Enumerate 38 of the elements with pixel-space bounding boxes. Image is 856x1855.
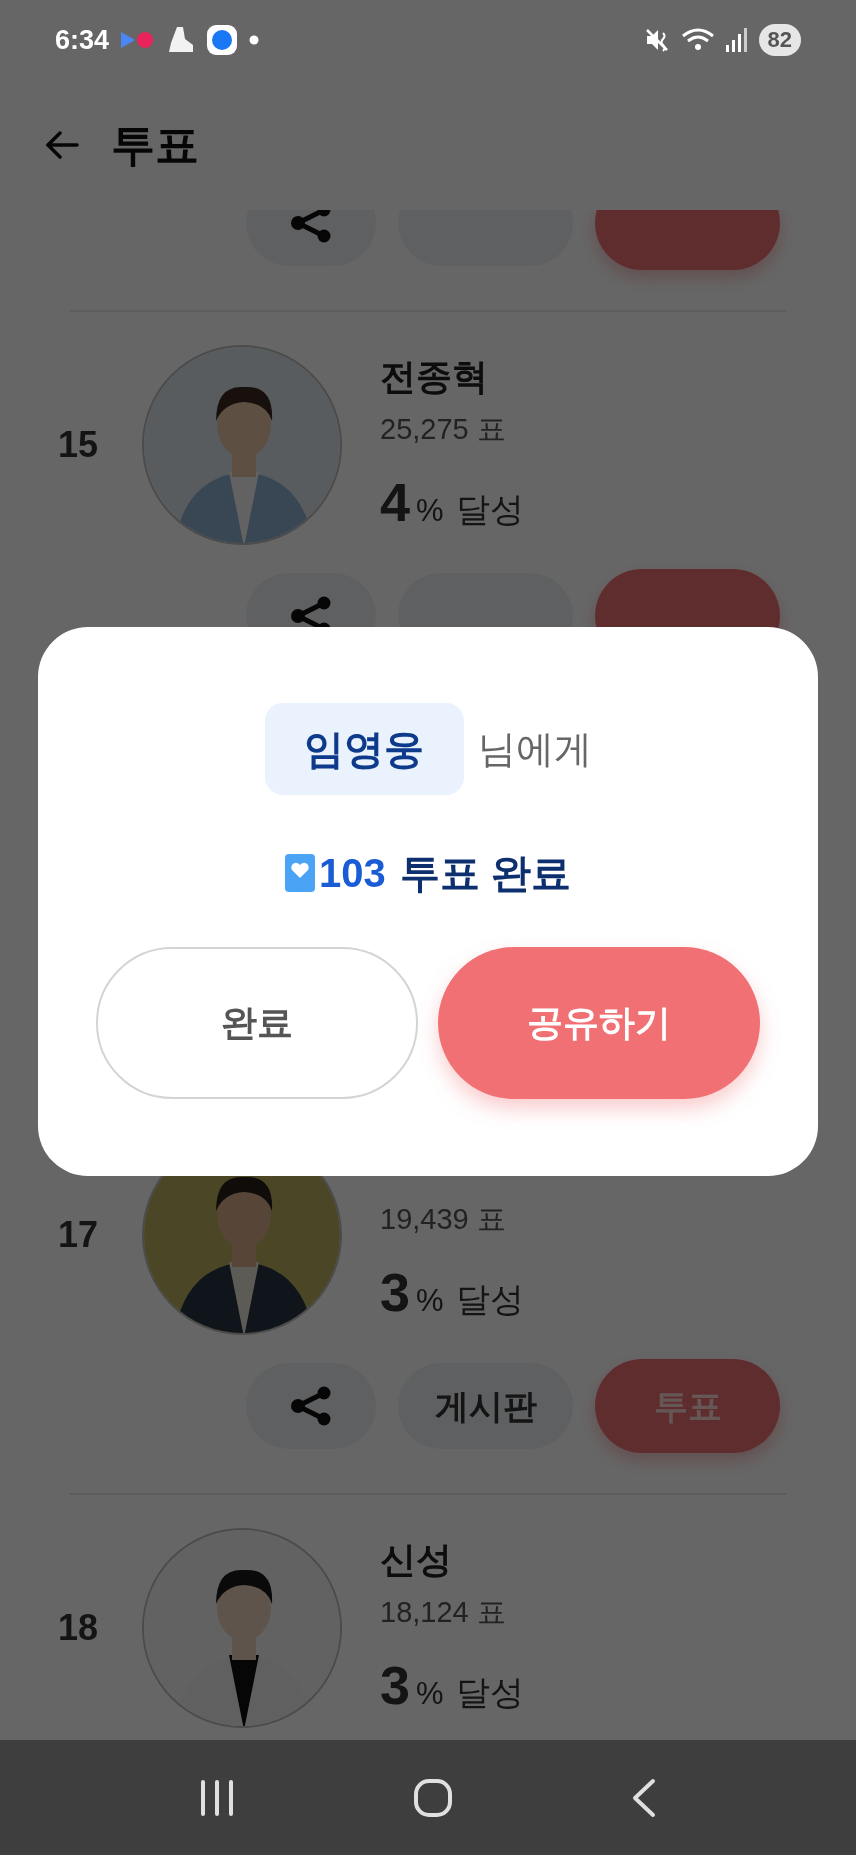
board-button[interactable]: 게시판 (398, 1363, 573, 1449)
rank-number: 17 (58, 1213, 100, 1257)
signal-icon (724, 27, 749, 53)
done-button[interactable]: 완료 (96, 947, 418, 1099)
share-button[interactable]: 공유하기 (438, 947, 760, 1099)
back-icon[interactable] (631, 1777, 657, 1818)
vote-amount: 103 (319, 850, 386, 897)
recipient-name: 임영웅 (264, 703, 464, 795)
achievement-rate: 4 (380, 472, 411, 532)
achieved-label: 달성 (455, 1672, 524, 1713)
notification-dot-icon (249, 35, 260, 45)
vote-count: 19,439 표 (380, 1202, 507, 1237)
candidate-name: 신성 (380, 1538, 453, 1582)
share-icon (290, 1386, 332, 1426)
vote-count: 18,124 표 (380, 1595, 507, 1630)
candidate-name: 전종혁 (380, 355, 489, 399)
vote-count: 25,275 표 (380, 412, 507, 447)
percent-sign: % (416, 492, 444, 530)
achievement-rate: 3 (380, 1655, 411, 1715)
recent-apps-icon[interactable] (199, 1778, 235, 1817)
home-icon[interactable] (413, 1777, 453, 1818)
page-title: 투표 (111, 119, 199, 171)
media-app-icon (121, 30, 156, 50)
wifi-icon (680, 27, 715, 53)
rank-number: 15 (58, 423, 100, 467)
clock-time: 6:34 (55, 23, 110, 57)
app-icon (207, 25, 238, 55)
battery-level: 82 (758, 24, 801, 56)
percent-sign: % (416, 1675, 444, 1713)
achieved-label: 달성 (455, 1279, 524, 1320)
recipient-suffix: 님에게 (477, 726, 592, 772)
rank-number: 18 (58, 1606, 100, 1650)
back-arrow-icon[interactable] (45, 131, 79, 159)
percent-sign: % (416, 1282, 444, 1320)
vote-complete-label: 투표 완료 (399, 850, 571, 897)
share-icon (290, 210, 332, 243)
achievement-rate: 3 (380, 1262, 411, 1322)
achieved-label: 달성 (455, 489, 524, 530)
